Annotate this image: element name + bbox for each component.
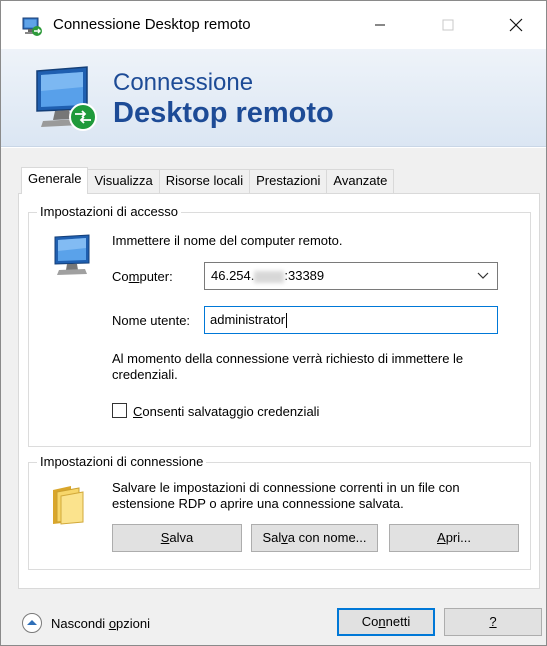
hide-options-link[interactable]: Nascondi opzioni [51, 616, 150, 632]
rdp-window: Connessione Desktop remoto Connessione D… [0, 0, 547, 646]
computer-combobox[interactable]: 46.254.:33389 [204, 262, 498, 290]
minimize-icon [375, 24, 385, 26]
folder-icon [53, 486, 84, 525]
tab-prestazioni[interactable]: Prestazioni [249, 169, 328, 193]
computer-combobox-value: 46.254.:33389 [211, 268, 325, 283]
connect-button[interactable]: Connetti [337, 608, 435, 636]
access-settings-legend: Impostazioni di accesso [37, 204, 182, 219]
tab-visualizza[interactable]: Visualizza [87, 169, 160, 193]
computer-prompt-text: Immettere il nome del computer remoto. [112, 233, 343, 248]
tab-generale[interactable]: Generale [21, 167, 89, 194]
save-credentials-label[interactable]: Consenti salvataggio credenziali [133, 404, 319, 420]
maximize-button[interactable] [425, 1, 471, 49]
close-button[interactable] [493, 1, 539, 49]
username-field[interactable]: administrator [204, 306, 498, 334]
banner-title-line1: Connessione [113, 69, 254, 96]
maximize-icon [442, 19, 454, 31]
close-icon [509, 18, 523, 32]
tab-strip: Generale Visualizza Risorse locali Prest… [21, 167, 395, 194]
minimize-button[interactable] [357, 1, 403, 49]
save-as-button[interactable]: Salva con nome... [251, 524, 378, 552]
chevron-down-icon [477, 272, 489, 279]
tab-avanzate[interactable]: Avanzate [326, 169, 395, 193]
credentials-note: Al momento della connessione verrà richi… [112, 351, 464, 382]
username-label: Nome utente: [112, 313, 191, 328]
text-caret [286, 313, 288, 329]
combobox-dropdown-button[interactable] [475, 263, 491, 289]
window-title: Connessione Desktop remoto [53, 16, 251, 33]
title-bar: Connessione Desktop remoto [1, 1, 546, 49]
remote-desktop-icon [22, 17, 42, 36]
tab-risorse-locali[interactable]: Risorse locali [158, 169, 251, 193]
remote-desktop-logo-icon [36, 66, 97, 131]
save-button[interactable]: Salva [112, 524, 242, 552]
help-button[interactable]: ? [444, 608, 542, 636]
header-banner: Connessione Desktop remoto [1, 49, 546, 147]
connection-description: Salvare le impostazioni di connessione c… [112, 480, 460, 511]
banner-title-line2: Desktop remoto [113, 97, 334, 129]
connection-settings-legend: Impostazioni di connessione [37, 454, 207, 469]
open-button[interactable]: Apri... [389, 524, 519, 552]
computer-icon [54, 234, 90, 275]
redacted-octets [254, 270, 285, 283]
save-credentials-checkbox[interactable] [112, 403, 127, 418]
chevron-up-circle-icon[interactable] [21, 612, 43, 634]
connection-settings-group: Impostazioni di connessione [28, 454, 531, 570]
computer-label: Computer: [112, 269, 173, 284]
